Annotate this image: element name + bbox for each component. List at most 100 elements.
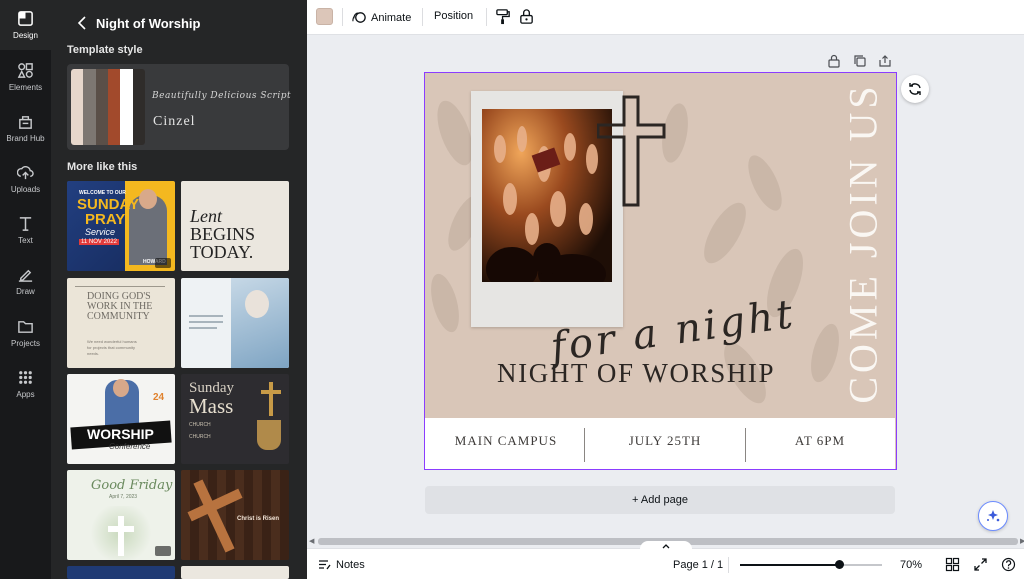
add-page-button[interactable]: + Add page [425,486,895,514]
palette-swatch [132,69,145,145]
rail-label: Brand Hub [6,134,45,143]
rail-label: Elements [8,83,43,92]
palette-swatch [120,69,133,145]
template-thumbnail[interactable]: WELCOME TO OUR SUNDAY PRAY Service 11 NO… [67,181,175,271]
rail-uploads[interactable]: Uploads [0,154,51,204]
template-thumbnail[interactable]: Good Friday April 7, 2023 [67,470,175,560]
thumb-line [189,321,223,323]
cross-outline[interactable] [597,95,667,207]
info-bar[interactable]: MAIN CAMPUS JULY 25TH AT 6PM [425,418,895,469]
rail-projects[interactable]: Projects [0,308,51,358]
thumb-text: TODAY. [190,242,254,262]
thumb-text: Mass [189,394,234,418]
info-date[interactable]: JULY 25TH [595,433,735,449]
rail-label: Uploads [10,185,41,194]
template-thumbnail[interactable]: Christ is Risen [181,470,289,560]
template-thumbnail[interactable] [181,278,289,368]
magic-assistant-button[interactable] [978,501,1008,531]
duplicate-page-icon[interactable] [853,54,867,68]
thumb-text: for projects that community [87,345,136,350]
rail-label: Projects [11,339,40,348]
thumb-face [113,379,129,397]
template-style-card[interactable]: Beautifully Delicious Script Cinzel [67,64,292,150]
zoom-slider-handle[interactable] [834,560,844,569]
apps-icon [19,371,32,384]
animate-label: Animate [371,11,412,24]
template-thumbnail[interactable] [67,566,175,579]
vertical-headline[interactable]: COME JOIN US [840,82,887,403]
thumb-text: CHURCH [189,422,211,428]
panel-scrollbar[interactable] [299,0,307,579]
grid-view-icon[interactable] [945,557,960,572]
share-page-icon[interactable] [878,54,892,68]
thumb-text: April 7, 2023 [109,494,138,500]
thumb-text: PRAY [85,211,126,228]
back-arrow-icon[interactable] [75,15,89,31]
show-pages-toggle[interactable] [640,541,692,551]
animate-button[interactable]: Animate [352,10,411,25]
toolbar-divider [486,8,487,26]
crown-icon [155,258,171,268]
rail-text[interactable]: Text [0,205,51,255]
notes-icon[interactable] [317,557,332,572]
elements-icon [17,63,33,78]
scroll-right-icon[interactable]: ▶ [1020,537,1024,545]
thumb-text: 11 NOV 2022 [79,239,119,245]
thumb-cross [118,516,124,556]
rail-elements[interactable]: Elements [0,52,51,102]
zoom-slider[interactable] [740,560,882,569]
text-icon [19,217,32,231]
rail-brand-hub[interactable]: Brand Hub [0,103,51,153]
rotate-icon [909,83,921,95]
worship-photo[interactable] [482,109,612,282]
info-divider [745,428,746,462]
editor-footer: Notes Page 1 / 1 70% [307,541,1024,579]
info-location[interactable]: MAIN CAMPUS [441,433,571,449]
zoom-slider-fill [740,564,840,566]
background-color-swatch[interactable] [316,8,333,25]
thumb-text: Service [85,227,116,237]
rail-apps[interactable]: Apps [0,359,51,409]
scroll-left-icon[interactable]: ◀ [309,537,317,545]
font-script-sample: Beautifully Delicious Script [152,91,292,101]
template-style-label: Template style [67,44,143,56]
lock-page-icon[interactable] [827,54,841,68]
rail-draw[interactable]: Draw [0,256,51,306]
position-label: Position [434,10,474,22]
toolbar-divider [342,8,343,26]
palette-swatch [107,69,121,145]
rail-label: Text [18,236,33,245]
panel-title: Night of Worship [96,16,201,31]
info-divider [584,428,585,462]
thumb-text: Conference [109,442,151,451]
rail-design[interactable]: Design [0,0,51,50]
thumb-text: COMMUNITY [87,311,150,322]
rail-label: Design [13,31,38,40]
template-thumbnail[interactable] [181,566,289,579]
info-time[interactable]: AT 6PM [755,433,885,449]
main-headline[interactable]: NIGHT OF WORSHIP [497,358,775,389]
crown-icon [155,546,171,556]
rail-label: Draw [16,287,35,296]
template-thumbnail[interactable]: DOING GOD'S WORK IN THE COMMUNITY We nee… [67,278,175,368]
lock-icon[interactable] [518,8,535,25]
rotate-button[interactable] [901,75,929,103]
fullscreen-icon[interactable] [973,557,988,572]
toolbar-divider [422,8,423,26]
template-thumbnail[interactable]: Lent BEGINS TODAY. [181,181,289,271]
position-button[interactable]: Position [434,10,473,22]
paint-roller-icon[interactable] [495,8,512,25]
thumb-line [189,315,223,317]
side-rail: Design Elements Brand Hub Uploads Text D… [0,0,51,579]
zoom-level[interactable]: 70% [900,559,922,571]
thumb-chalice [257,420,281,450]
help-icon[interactable] [1001,557,1016,572]
more-like-this-label: More like this [67,161,138,173]
notes-button[interactable]: Notes [336,559,365,571]
page-indicator[interactable]: Page 1 / 1 [673,559,723,571]
design-panel: Night of Worship Template style Beautifu… [51,0,307,579]
thumb-face [139,189,157,209]
design-page[interactable]: for a night NIGHT OF WORSHIP COME JOIN U… [424,72,897,470]
template-thumbnail[interactable]: WORSHIP Conference 24 [67,374,175,464]
template-thumbnail[interactable]: Sunday Mass CHURCH CHURCH [181,374,289,464]
